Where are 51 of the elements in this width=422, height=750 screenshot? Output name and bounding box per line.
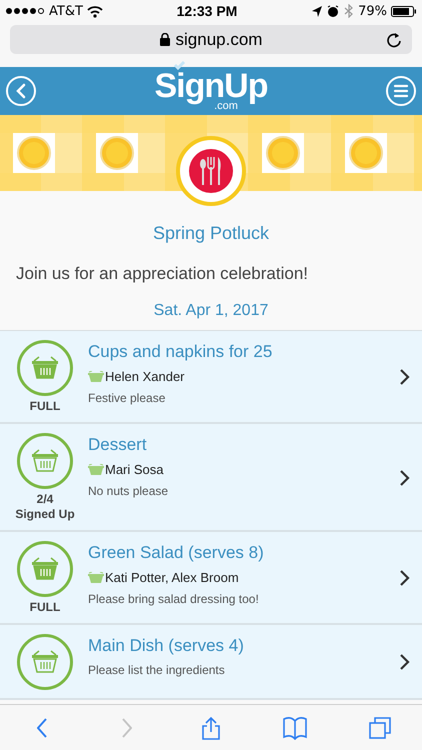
volunteer-names: Mari Sosa [105, 462, 164, 477]
chevron-right-icon [399, 468, 410, 486]
battery-percent: 79% [358, 4, 387, 18]
reload-icon[interactable] [386, 32, 402, 48]
slot-title: Dessert [88, 435, 148, 455]
clock-time: 12:33 PM [176, 3, 238, 19]
menu-icon [392, 83, 409, 99]
check-icon [172, 60, 186, 70]
menu-button[interactable] [386, 76, 416, 106]
tabs-icon [368, 716, 391, 738]
slot-status: FULL [30, 399, 60, 414]
alarm-icon [327, 4, 340, 18]
chevron-right-icon [399, 653, 410, 671]
slot-note: Please bring salad dressing too! [88, 592, 260, 606]
chevron-right-icon [399, 569, 410, 587]
slot-title: Main Dish (serves 4) [88, 636, 245, 656]
signup-slot-row[interactable]: FULL Cups and napkins for 25 Helen Xander Festive please [0, 331, 422, 424]
signal-icon [6, 7, 45, 15]
back-button[interactable] [6, 76, 36, 106]
volunteer-names: Kati Potter, Alex Broom [105, 570, 239, 585]
location-icon [311, 4, 324, 18]
share-icon [202, 716, 220, 740]
basket-icon [88, 572, 104, 583]
book-icon [283, 716, 308, 740]
slot-note: Festive please [88, 391, 166, 405]
slot-title: Green Salad (serves 8) [88, 543, 265, 563]
address-bar[interactable]: signup.com [10, 25, 412, 54]
signup-slot-row[interactable]: 2/4 Signed Up Dessert Mari Sosa No nuts please [0, 424, 422, 532]
slot-status: FULL [30, 600, 60, 615]
slot-note: Please list the ingredients [88, 663, 226, 677]
event-date: Sat. Apr 1, 2017 [152, 302, 270, 320]
slot-status: Signed Up [15, 507, 75, 522]
wifi-icon [86, 4, 103, 18]
event-description: Join us for an appreciation celebration! [16, 264, 310, 284]
basket-icon [88, 464, 104, 475]
volunteer-names: Helen Xander [105, 369, 184, 384]
signup-slot-row[interactable]: FULL Green Salad (serves 8) Kati Potter, Alex Broom Please bring salad dressing too! [0, 532, 422, 625]
lock-icon [160, 33, 170, 46]
slot-title: Cups and napkins for 25 [88, 342, 274, 362]
slot-status: 2/4 [36, 492, 54, 507]
chevron-right-icon [399, 368, 410, 386]
slot-note: No nuts please [88, 484, 170, 498]
basket-icon [88, 371, 104, 382]
event-title: Spring Potluck [152, 223, 270, 244]
logo-suffix: .com [214, 101, 238, 111]
utensils-icon [189, 149, 233, 193]
signup-slot-row[interactable]: Main Dish (serves 4) Please list the ingredients [0, 625, 422, 700]
url-text: signup.com [176, 30, 262, 50]
carrier-name: AT&T [49, 4, 83, 18]
battery-icon [390, 6, 416, 16]
bluetooth-icon [343, 4, 354, 18]
